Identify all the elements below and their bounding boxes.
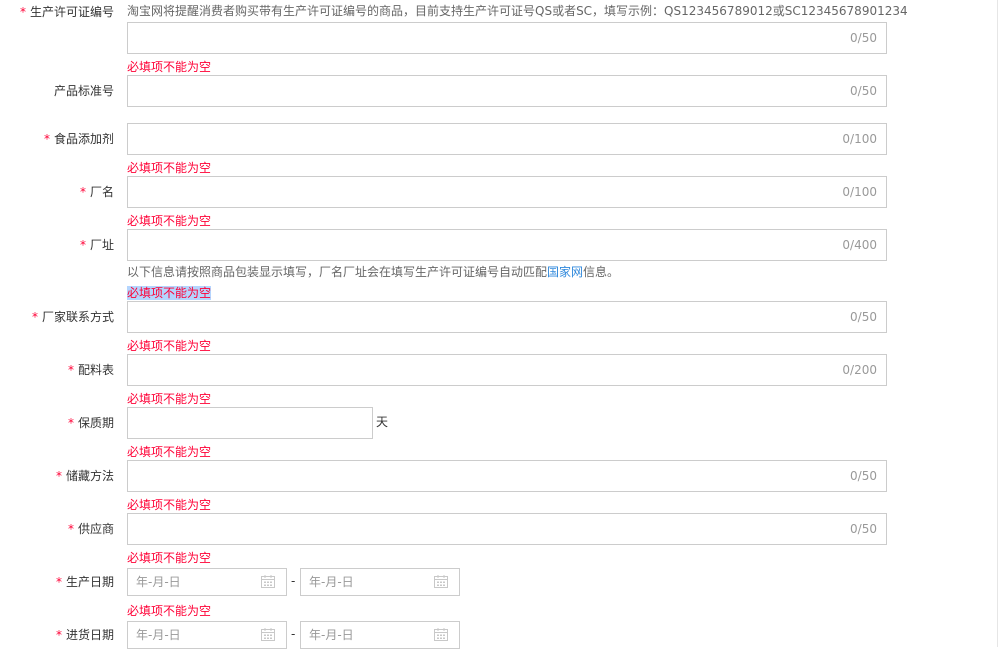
purchase-date-end[interactable]: 年-月-日 [300,621,460,649]
label-storage: * 储藏方法 [0,468,114,484]
date-placeholder: 年-月-日 [309,628,354,642]
error-message: 必填项不能为空 [127,286,212,300]
required-mark: * [67,363,74,377]
date-range-separator: - [291,574,296,588]
error-message: 必填项不能为空 [127,214,212,228]
storage-input[interactable]: 0/50 [127,460,887,492]
hint-license: 淘宝网将提醒消费者购买带有生产许可证编号的商品，目前支持生产许可证号QS或者SC… [127,4,908,18]
label-factory-name: * 厂名 [0,184,114,200]
char-counter: 0/100 [842,132,877,146]
required-mark: * [55,575,62,589]
required-mark: * [43,132,50,146]
calendar-icon[interactable] [434,575,448,588]
error-message: 必填项不能为空 [127,339,212,353]
factory-name-input[interactable]: 0/100 [127,176,887,208]
char-counter: 0/200 [842,363,877,377]
error-message: 必填项不能为空 [127,604,212,618]
char-counter: 0/50 [850,469,877,483]
required-mark: * [67,416,74,430]
hint-text: 以下信息请按照商品包装显示填写，厂名厂址会在填写生产许可证编号自动匹配 [127,265,548,279]
factory-contact-input[interactable]: 0/50 [127,301,887,333]
calendar-icon[interactable] [434,628,448,641]
label-license: * 生产许可证编号 [0,4,114,20]
required-mark: * [79,185,86,199]
label-supplier: * 供应商 [0,521,114,537]
error-message: 必填项不能为空 [127,392,212,406]
date-placeholder: 年-月-日 [309,575,354,589]
factory-address-input[interactable]: 0/400 [127,229,887,261]
required-mark: * [19,5,26,19]
error-message: 必填项不能为空 [127,498,212,512]
char-counter: 0/100 [842,185,877,199]
calendar-icon[interactable] [261,628,275,641]
label-additive: * 食品添加剂 [0,131,114,147]
purchase-date-start[interactable]: 年-月-日 [127,621,287,649]
required-mark: * [67,522,74,536]
error-message: 必填项不能为空 [127,161,212,175]
production-date-start[interactable]: 年-月-日 [127,568,287,596]
shelf-life-unit: 天 [376,415,389,429]
label-text: 生产日期 [65,575,114,589]
error-message: 必填项不能为空 [127,445,212,459]
char-counter: 0/50 [850,31,877,45]
char-counter: 0/50 [850,522,877,536]
label-text: 食品添加剂 [53,132,114,146]
label-shelf-life: * 保质期 [0,415,114,431]
label-ingredients: * 配料表 [0,362,114,378]
production-date-end[interactable]: 年-月-日 [300,568,460,596]
form-container: * 生产许可证编号 淘宝网将提醒消费者购买带有生产许可证编号的商品，目前支持生产许… [0,0,998,649]
label-text: 生产许可证编号 [29,5,114,19]
label-purchase-date: * 进货日期 [0,627,114,643]
required-mark: * [31,310,38,324]
error-message: 必填项不能为空 [127,60,212,74]
calendar-icon[interactable] [261,575,275,588]
label-text: 配料表 [77,363,114,377]
char-counter: 0/50 [850,84,877,98]
label-text: 供应商 [77,522,114,536]
additive-input[interactable]: 0/100 [127,123,887,155]
char-counter: 0/400 [842,238,877,252]
label-factory-address: * 厂址 [0,237,114,253]
required-mark: * [55,469,62,483]
supplier-input[interactable]: 0/50 [127,513,887,545]
date-placeholder: 年-月-日 [136,628,181,642]
license-input[interactable]: 0/50 [127,22,887,54]
error-message: 必填项不能为空 [127,551,212,565]
label-standard: 产品标准号 [0,83,114,99]
label-text: 保质期 [77,416,114,430]
shelf-life-input[interactable] [127,407,373,439]
standard-input[interactable]: 0/50 [127,75,887,107]
label-text: 进货日期 [65,628,114,642]
label-text: 厂址 [89,238,114,252]
label-text: 厂名 [89,185,114,199]
required-mark: * [55,628,62,642]
label-factory-contact: * 厂家联系方式 [0,309,114,325]
label-production-date: * 生产日期 [0,574,114,590]
national-site-link[interactable]: 国家网 [547,265,583,279]
label-text: 储藏方法 [65,469,114,483]
date-range-separator: - [291,627,296,641]
char-counter: 0/50 [850,310,877,324]
label-text: 产品标准号 [53,84,114,98]
hint-text-end: 信息。 [583,265,620,279]
date-placeholder: 年-月-日 [136,575,181,589]
label-text: 厂家联系方式 [41,310,114,324]
hint-factory-address: 以下信息请按照商品包装显示填写，厂名厂址会在填写生产许可证编号自动匹配国家网信息… [127,264,619,280]
ingredients-input[interactable]: 0/200 [127,354,887,386]
required-mark: * [79,238,86,252]
